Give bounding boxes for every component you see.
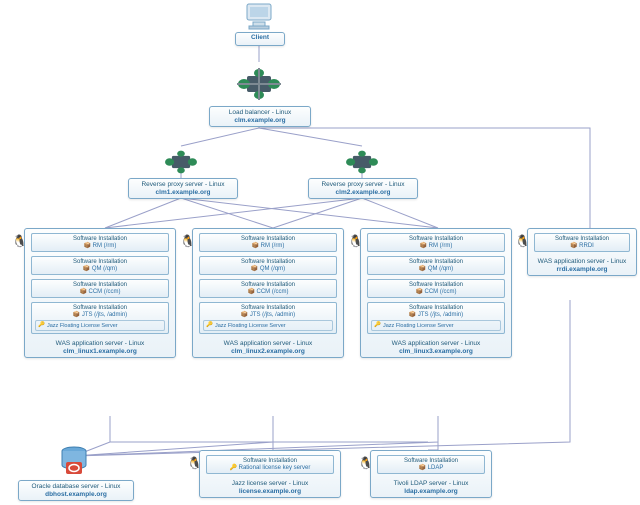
rrdi-server[interactable]: 🐧 Software Installation📦RRDI WAS applica…	[527, 228, 637, 276]
package-icon: 📦	[241, 311, 248, 318]
linux-icon: 🐧	[12, 235, 27, 247]
was1-host: clm_linux1.example.org	[25, 348, 175, 357]
rp1-title: Reverse proxy server - Linux	[129, 179, 237, 189]
was-server-1[interactable]: 🐧 Software Installation📦RM (/rm) Softwar…	[24, 228, 176, 358]
install-box: Software Installation📦CCM (/ccm)	[199, 279, 337, 298]
oracle-db-icon	[60, 446, 88, 478]
reverse-proxy-node-2[interactable]: Reverse proxy server - Linux clm2.exampl…	[308, 178, 418, 199]
install-box: Software Installation📦CCM (/ccm)	[31, 279, 169, 298]
rp2-title: Reverse proxy server - Linux	[309, 179, 417, 189]
install-box: Software Installation🔑Rational license k…	[206, 455, 334, 474]
linux-icon: 🐧	[515, 235, 530, 247]
install-box: Software Installation📦JTS (/jts, /admin)…	[31, 302, 169, 334]
linux-icon: 🐧	[348, 235, 363, 247]
install-box: Software Installation📦RM (/rm)	[199, 233, 337, 252]
install-box: Software Installation📦CCM (/ccm)	[367, 279, 505, 298]
load-balancer-icon	[234, 66, 284, 102]
package-icon: 📦	[73, 311, 80, 318]
was3-title: WAS application server - Linux	[361, 338, 511, 348]
was2-title: WAS application server - Linux	[193, 338, 343, 348]
ldap-title: Tivoli LDAP server - Linux	[371, 478, 491, 488]
install-box: Software Installation📦QM (/qm)	[31, 256, 169, 275]
linux-icon: 🐧	[358, 457, 373, 469]
package-icon: 📦	[419, 265, 426, 272]
package-icon: 📦	[420, 242, 427, 249]
package-icon: 📦	[419, 464, 426, 471]
lb-title: Load balancer - Linux	[210, 107, 310, 117]
reverse-proxy-icon-2	[343, 148, 381, 176]
key-icon: 🔑	[374, 322, 381, 329]
license-host: license.example.org	[200, 488, 340, 497]
linux-icon: 🐧	[180, 235, 195, 247]
lb-host: clm.example.org	[210, 117, 310, 126]
license-title: Jazz license server - Linux	[200, 478, 340, 488]
install-box: Software Installation📦RRDI	[534, 233, 630, 252]
package-icon: 📦	[84, 242, 91, 249]
package-icon: 📦	[409, 311, 416, 318]
install-box: Software Installation📦RM (/rm)	[31, 233, 169, 252]
rp1-host: clm1.example.org	[129, 189, 237, 198]
ldap-host: ldap.example.org	[371, 488, 491, 497]
was3-host: clm_linux3.example.org	[361, 348, 511, 357]
reverse-proxy-node-1[interactable]: Reverse proxy server - Linux clm1.exampl…	[128, 178, 238, 199]
was-server-3[interactable]: 🐧 Software Installation📦RM (/rm) Softwar…	[360, 228, 512, 358]
package-icon: 📦	[251, 265, 258, 272]
install-box: Software Installation📦JTS (/jts, /admin)…	[199, 302, 337, 334]
client-icon	[241, 2, 277, 32]
package-icon: 📦	[83, 265, 90, 272]
load-balancer-node[interactable]: Load balancer - Linux clm.example.org	[209, 106, 311, 127]
client-node[interactable]: Client	[235, 32, 285, 46]
was-server-2[interactable]: 🐧 Software Installation📦RM (/rm) Softwar…	[192, 228, 344, 358]
was1-title: WAS application server - Linux	[25, 338, 175, 348]
key-icon: 🔑	[230, 464, 237, 471]
oracle-title: Oracle database server - Linux	[19, 481, 133, 491]
linux-icon: 🐧	[187, 457, 202, 469]
install-box: Software Installation📦RM (/rm)	[367, 233, 505, 252]
rrdi-title: WAS application server - Linux	[528, 256, 636, 266]
oracle-host: dbhost.example.org	[19, 491, 133, 500]
rrdi-host: rrdi.example.org	[528, 266, 636, 275]
package-icon: 📦	[416, 288, 423, 295]
key-icon: 🔑	[206, 322, 213, 329]
ldap-server[interactable]: 🐧 Software Installation📦LDAP Tivoli LDAP…	[370, 450, 492, 498]
install-box: Software Installation📦LDAP	[377, 455, 485, 474]
client-label: Client	[236, 33, 284, 42]
oracle-db-node[interactable]: Oracle database server - Linux dbhost.ex…	[18, 480, 134, 501]
was2-host: clm_linux2.example.org	[193, 348, 343, 357]
package-icon: 📦	[252, 242, 259, 249]
license-server[interactable]: 🐧 Software Installation🔑Rational license…	[199, 450, 341, 498]
package-icon: 📦	[80, 288, 87, 295]
install-box: Software Installation📦QM (/qm)	[199, 256, 337, 275]
package-icon: 📦	[570, 242, 577, 249]
reverse-proxy-icon-1	[162, 148, 200, 176]
key-icon: 🔑	[38, 322, 45, 329]
install-box: Software Installation📦QM (/qm)	[367, 256, 505, 275]
rp2-host: clm2.example.org	[309, 189, 417, 198]
install-box: Software Installation📦JTS (/jts, /admin)…	[367, 302, 505, 334]
package-icon: 📦	[248, 288, 255, 295]
